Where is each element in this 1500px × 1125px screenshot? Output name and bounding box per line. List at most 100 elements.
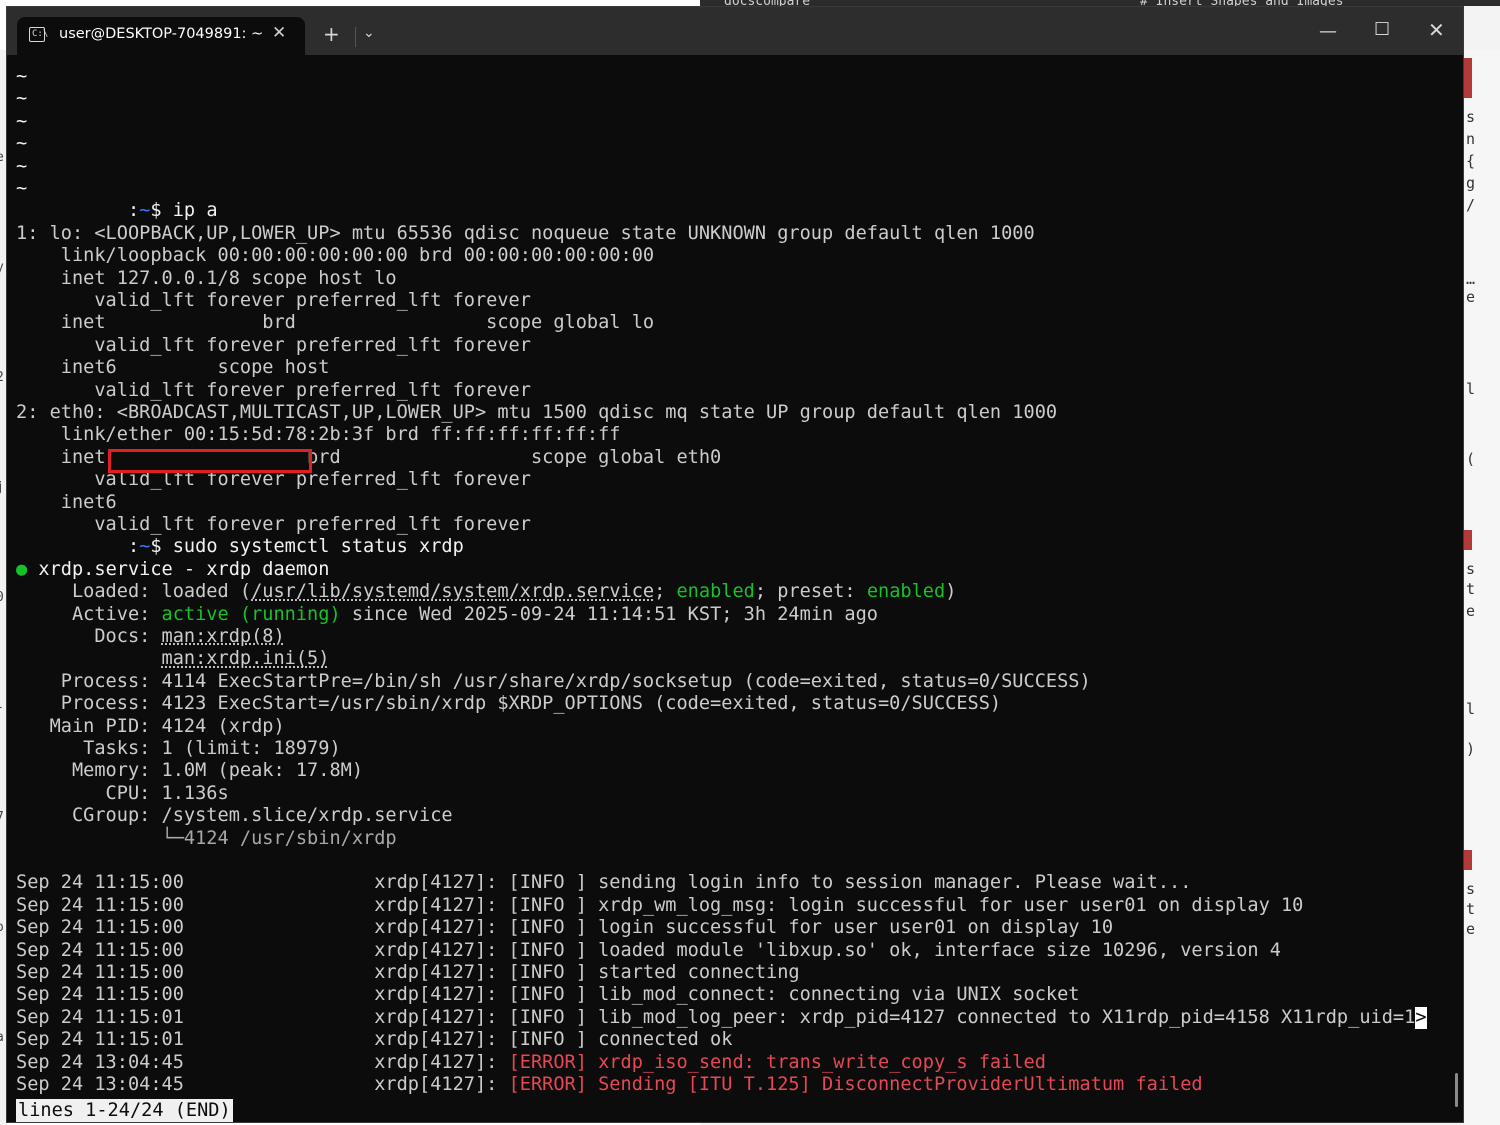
terminal-text: ~	[16, 178, 28, 199]
terminal-line: :~$ sudo systemctl status xrdp	[16, 536, 464, 558]
background-char: e	[1466, 602, 1476, 620]
terminal-line: link/loopback 00:00:00:00:00:00 brd 00:0…	[16, 245, 654, 267]
background-char: 7	[0, 810, 4, 825]
background-char: j	[0, 480, 4, 495]
background-marker	[1464, 58, 1472, 98]
terminal-text: Tasks: 1 (limit: 18979)	[16, 738, 341, 759]
terminal-line: Sep 24 11:15:01 xrdp[4127]: [INFO ] lib_…	[16, 1006, 1427, 1029]
background-char: {	[1466, 152, 1476, 170]
terminal-text: ●	[16, 558, 28, 580]
terminal-line: Active: active (running) since Wed 2025-…	[16, 604, 878, 626]
terminal-text: ~	[16, 88, 28, 110]
terminal-text: Active:	[16, 603, 162, 625]
new-tab-button[interactable]: +	[323, 22, 340, 46]
terminal-text: Docs:	[16, 626, 162, 647]
minimize-button[interactable]: —	[1319, 21, 1337, 42]
terminal-line: Process: 4123 ExecStart=/usr/sbin/xrdp $…	[16, 693, 1001, 715]
background-marker	[1464, 530, 1472, 550]
terminal-line: Main PID: 4124 (xrdp)	[16, 716, 285, 738]
background-char: n	[1466, 130, 1476, 148]
terminal-text: :	[16, 200, 140, 222]
terminal-line: Sep 24 11:15:00 xrdp[4127]: [INFO ] send…	[16, 872, 1191, 894]
background-char: …	[1466, 270, 1476, 288]
tab-terminal[interactable]: C:\ user@DESKTOP-7049891: ~ ✕	[17, 17, 305, 55]
chevron-down-icon[interactable]: ⌄	[363, 25, 375, 41]
close-window-button[interactable]: ✕	[1428, 18, 1445, 42]
background-char: e	[0, 150, 4, 165]
terminal-text: CGroup: /system.slice/xrdp.service	[16, 805, 453, 827]
terminal-line: └─4124 /usr/sbin/xrdp	[16, 828, 397, 850]
terminal-line: ~	[16, 156, 27, 178]
terminal-line: Memory: 1.0M (peak: 17.8M)	[16, 760, 363, 782]
terminal-line: Process: 4114 ExecStartPre=/bin/sh /usr/…	[16, 671, 1091, 693]
background-char: s	[1466, 108, 1476, 126]
terminal-text: xrdp.service - xrdp daemon	[27, 558, 330, 580]
scrollbar-thumb[interactable]	[1455, 1073, 1458, 1107]
terminal-text: Sep 24 11:15:00 xrdp[4127]: [INFO ] send…	[16, 872, 1192, 894]
terminal-text: Sep 24 13:04:45 xrdp[4127]:	[16, 1051, 509, 1073]
terminal-line: Tasks: 1 (limit: 18979)	[16, 738, 341, 760]
terminal-output[interactable]: ~ ~ ~ ~ ~ ~ :~$ ip a 1: lo: <LOOPBACK,UP,LOWER…	[7, 55, 1463, 1122]
terminal-line: Sep 24 11:15:01 xrdp[4127]: [INFO ] conn…	[16, 1029, 732, 1051]
maximize-button[interactable]: ☐	[1374, 19, 1390, 40]
background-char: y	[0, 260, 4, 275]
tab-title: user@DESKTOP-7049891: ~	[59, 26, 264, 42]
terminal-text: man:xrdp.ini(5)	[161, 648, 330, 670]
tab-divider	[355, 27, 356, 47]
titlebar: C:\ user@DESKTOP-7049891: ~ ✕ + ⌄ — ☐ ✕	[7, 7, 1463, 55]
terminal-text: Main PID: 4124 (xrdp)	[16, 715, 285, 737]
terminal-text: )	[945, 581, 957, 603]
terminal-line: Sep 24 13:04:45 xrdp[4127]: [ERROR] Send…	[16, 1074, 1203, 1096]
terminal-line: valid_lft forever preferred_lft forever	[16, 290, 531, 312]
terminal-text: ~	[16, 110, 28, 132]
background-char: s	[1466, 880, 1476, 898]
terminal-text: Sep 24 11:15:00 xrdp[4127]: [INFO ] lib_…	[16, 984, 1080, 1006]
terminal-line: inet6 scope host	[16, 357, 330, 379]
background-char: o	[0, 920, 4, 935]
terminal-text: $ sudo systemctl status xrdp	[150, 536, 464, 558]
terminal-line: ~	[16, 66, 27, 88]
terminal-line: inet 127.0.0.1/8 scope host lo	[16, 268, 397, 290]
terminal-line: Sep 24 13:04:45 xrdp[4127]: [ERROR] xrdp…	[16, 1052, 1046, 1074]
terminal-text: Process: 4114 ExecStartPre=/bin/sh /usr/…	[16, 670, 1091, 692]
terminal-line: CPU: 1.136s	[16, 783, 229, 805]
background-char: )	[1466, 740, 1476, 758]
text-cursor: >	[1415, 1006, 1427, 1029]
terminal-line: Sep 24 11:15:00 xrdp[4127]: [INFO ] lib_…	[16, 984, 1079, 1006]
terminal-line: Sep 24 11:15:00 xrdp[4127]: [INFO ] logi…	[16, 917, 1113, 939]
terminal-line: link/ether 00:15:5d:78:2b:3f brd ff:ff:f…	[16, 424, 621, 446]
background-char: (	[1466, 450, 1476, 468]
background-char: g	[1466, 174, 1476, 192]
terminal-text: man:xrdp(8)	[161, 626, 285, 647]
terminal-text: enabled	[866, 581, 946, 603]
background-char: 0	[0, 590, 4, 605]
terminal-line: ● xrdp.service - xrdp daemon	[16, 559, 329, 581]
terminal-line: ~	[16, 111, 27, 133]
background-editor-edge: s n{g /… e l(s t e l) s t e	[1464, 50, 1500, 1125]
terminal-text: :	[16, 536, 140, 558]
background-char: -	[0, 700, 4, 715]
close-tab-icon[interactable]: ✕	[272, 23, 286, 43]
background-char: l	[1466, 700, 1476, 718]
terminal-text: valid_lft forever preferred_lft forever	[16, 379, 531, 401]
terminal-text: 1: lo: <LOOPBACK,UP,LOWER_UP> mtu 65536 …	[16, 222, 1035, 244]
background-char: 2	[0, 370, 4, 385]
terminal-line: 2: eth0: <BROADCAST,MULTICAST,UP,LOWER_U…	[16, 402, 1057, 424]
pager-status-line: lines 1-24/24 (END)	[16, 1099, 233, 1122]
terminal-text: ~	[16, 133, 28, 155]
terminal-line: 1: lo: <LOOPBACK,UP,LOWER_UP> mtu 65536 …	[16, 223, 1035, 245]
background-char: s	[1466, 560, 1476, 578]
background-char: t	[1466, 900, 1476, 918]
terminal-line: :~$ ip a	[16, 200, 218, 222]
terminal-text: inet 127.0.0.1/8 scope host lo	[16, 267, 397, 289]
terminal-text: 2: eth0: <BROADCAST,MULTICAST,UP,LOWER_U…	[16, 402, 1058, 423]
terminal-text: inet brd scope global lo	[16, 312, 655, 334]
terminal-icon: C:\	[29, 27, 48, 42]
terminal-line: Docs: man:xrdp(8)	[16, 626, 285, 648]
terminal-text: Process: 4123 ExecStart=/usr/sbin/xrdp $…	[16, 693, 1002, 715]
terminal-line: Sep 24 11:15:00 xrdp[4127]: [INFO ] load…	[16, 940, 1281, 962]
terminal-text: Sep 24 11:15:00 xrdp[4127]: [INFO ] xrdp…	[16, 894, 1304, 916]
terminal-line: inet brd scope global lo	[16, 312, 654, 334]
terminal-text: link/loopback 00:00:00:00:00:00 brd 00:0…	[16, 245, 655, 267]
